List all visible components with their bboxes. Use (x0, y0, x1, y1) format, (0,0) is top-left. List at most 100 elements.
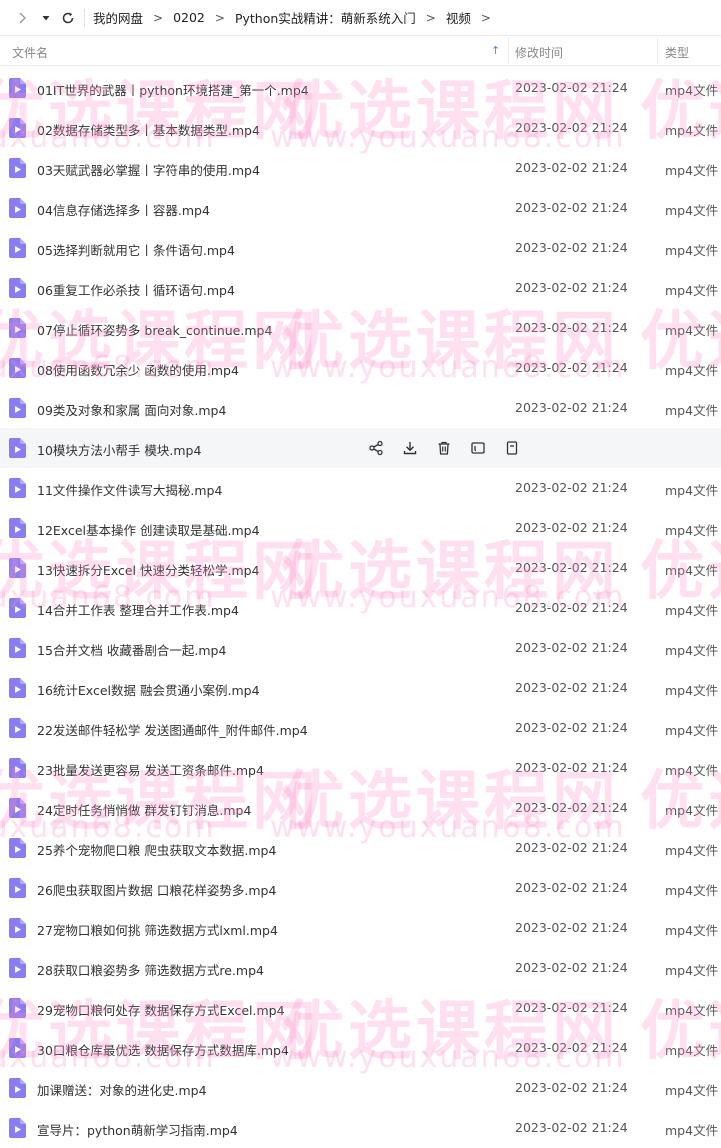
video-file-icon (9, 1078, 26, 1098)
file-name[interactable]: 06重复工作必杀技丨循环语句.mp4 (37, 280, 235, 299)
file-modified: 2023-02-02 21:24 (515, 880, 628, 895)
file-name[interactable]: 25养个宠物爬口粮 爬虫获取文本数据.mp4 (37, 840, 276, 859)
column-header-name[interactable]: 文件名 (12, 44, 48, 61)
file-name[interactable]: 10模块方法小帮手 模块.mp4 (37, 440, 201, 459)
file-type: mp4文件 (665, 1083, 719, 1098)
file-name[interactable]: 28获取口粮姿势多 筛选数据方式re.mp4 (37, 960, 264, 979)
file-name[interactable]: 24定时任务悄悄做 群发钉钉消息.mp4 (37, 800, 251, 819)
file-row[interactable]: 06重复工作必杀技丨循环语句.mp4 2023-02-02 21:24 mp4文件 (0, 268, 721, 308)
file-row[interactable]: 09类及对象和家属 面向对象.mp4 2023-02-02 21:24 mp4文件 (0, 388, 721, 428)
more-button[interactable] (503, 439, 521, 457)
file-name[interactable]: 加课赠送：对象的进化史.mp4 (37, 1080, 207, 1099)
file-row[interactable]: 12Excel基本操作 创建读取是基础.mp4 2023-02-02 21:24 m… (0, 508, 721, 548)
file-name[interactable]: 11文件操作文件读写大揭秘.mp4 (37, 480, 222, 499)
file-name[interactable]: 30口粮仓库最优选 数据保存方式数据库.mp4 (37, 1040, 289, 1059)
video-file-icon (9, 438, 26, 458)
file-type: mp4文件 (665, 283, 719, 298)
column-divider[interactable] (508, 38, 509, 64)
file-row[interactable]: 13快速拆分Excel 快速分类轻松学.mp4 2023-02-02 21:24 m… (0, 548, 721, 588)
file-row[interactable]: 27宠物口粮如何挑 筛选数据方式lxml.mp4 2023-02-02 21:24… (0, 908, 721, 948)
file-row[interactable]: 29宠物口粮何处存 数据保存方式Excel.mp4 2023-02-02 21:2… (0, 988, 721, 1028)
file-row[interactable]: 16统计Excel数据 融会贯通小案例.mp4 2023-02-02 21:24 m… (0, 668, 721, 708)
share-icon (368, 440, 384, 456)
file-name[interactable]: 13快速拆分Excel 快速分类轻松学.mp4 (37, 560, 260, 579)
file-row[interactable]: 加课赠送：对象的进化史.mp4 2023-02-02 21:24 mp4文件 (0, 1068, 721, 1108)
file-name[interactable]: 01IT世界的武器丨python环境搭建_第一个.mp4 (37, 80, 309, 99)
file-name[interactable]: 05选择判断就用它丨条件语句.mp4 (37, 240, 235, 259)
file-type: mp4文件 (665, 523, 719, 538)
file-row[interactable]: 07停止循环姿势多 break_continue.mp4 2023-02-02 2… (0, 308, 721, 348)
file-row[interactable]: 24定时任务悄悄做 群发钉钉消息.mp4 2023-02-02 21:24 mp4文… (0, 788, 721, 828)
file-modified: 2023-02-02 21:24 (515, 480, 628, 495)
file-row[interactable]: 宣导片：python萌新学习指南.mp4 2023-02-02 21:24 mp4文… (0, 1108, 721, 1148)
file-name[interactable]: 02数据存储类型多丨基本数据类型.mp4 (37, 120, 260, 139)
file-modified: 2023-02-02 21:24 (515, 1040, 628, 1055)
file-type: mp4文件 (665, 803, 719, 818)
video-file-icon (9, 1038, 26, 1058)
history-dropdown-button[interactable] (36, 8, 56, 28)
share-button[interactable] (367, 439, 385, 457)
breadcrumb-folder[interactable]: Python实战精讲：萌新系统入门 (235, 8, 416, 27)
file-modified: 2023-02-02 21:24 (515, 960, 628, 975)
file-row[interactable]: 03天赋武器必掌握丨字符串的使用.mp4 2023-02-02 21:24 mp4文… (0, 148, 721, 188)
file-modified: 2023-02-02 21:24 (515, 920, 628, 935)
file-row[interactable]: 04信息存储选择多丨容器.mp4 2023-02-02 21:24 mp4文件 (0, 188, 721, 228)
file-row[interactable]: 26爬虫获取图片数据 口粮花样姿势多.mp4 2023-02-02 21:24 mp… (0, 868, 721, 908)
file-row[interactable]: 02数据存储类型多丨基本数据类型.mp4 2023-02-02 21:24 mp4文… (0, 108, 721, 148)
file-modified: 2023-02-02 21:24 (515, 640, 628, 655)
file-type: mp4文件 (665, 323, 719, 338)
file-row[interactable]: 05选择判断就用它丨条件语句.mp4 2023-02-02 21:24 mp4文件 (0, 228, 721, 268)
forward-button[interactable] (12, 8, 32, 28)
file-modified: 2023-02-02 21:24 (515, 1120, 628, 1135)
file-name[interactable]: 15合并文档 收藏番剧合一起.mp4 (37, 640, 226, 659)
file-type: mp4文件 (665, 563, 719, 578)
file-row[interactable]: 23批量发送更容易 发送工资条邮件.mp4 2023-02-02 21:24 mp4… (0, 748, 721, 788)
video-file-icon (9, 118, 26, 138)
file-name[interactable]: 26爬虫获取图片数据 口粮花样姿势多.mp4 (37, 880, 276, 899)
breadcrumb-separator: > (153, 10, 164, 25)
file-row[interactable]: 08使用函数冗余少 函数的使用.mp4 2023-02-02 21:24 mp4文件 (0, 348, 721, 388)
file-row[interactable]: 25养个宠物爬口粮 爬虫获取文本数据.mp4 2023-02-02 21:24 mp… (0, 828, 721, 868)
delete-button[interactable] (435, 439, 453, 457)
refresh-button[interactable] (58, 8, 78, 28)
video-file-icon (9, 478, 26, 498)
column-header-modified[interactable]: 修改时间 (515, 44, 563, 61)
file-name[interactable]: 27宠物口粮如何挑 筛选数据方式lxml.mp4 (37, 920, 278, 939)
file-row[interactable]: 30口粮仓库最优选 数据保存方式数据库.mp4 2023-02-02 21:24 m… (0, 1028, 721, 1068)
file-row[interactable]: 22发送邮件轻松学 发送图通邮件_附件邮件.mp4 2023-02-02 21:2… (0, 708, 721, 748)
file-row[interactable]: 01IT世界的武器丨python环境搭建_第一个.mp4 2023-02-02 2… (0, 68, 721, 108)
video-file-icon (9, 838, 26, 858)
file-name[interactable]: 29宠物口粮何处存 数据保存方式Excel.mp4 (37, 1000, 285, 1019)
rename-button[interactable] (469, 439, 487, 457)
file-name[interactable]: 08使用函数冗余少 函数的使用.mp4 (37, 360, 239, 379)
column-divider[interactable] (657, 38, 658, 64)
file-name[interactable]: 14合并工作表 整理合并工作表.mp4 (37, 600, 239, 619)
breadcrumb-root[interactable]: 我的网盘 (93, 8, 143, 27)
breadcrumb-current[interactable]: 视频 (446, 8, 471, 27)
video-file-icon (9, 278, 26, 298)
file-name[interactable]: 16统计Excel数据 融会贯通小案例.mp4 (37, 680, 260, 699)
file-modified: 2023-02-02 21:24 (515, 320, 628, 335)
breadcrumb-folder[interactable]: 0202 (173, 10, 205, 25)
video-file-icon (9, 678, 26, 698)
column-header-type[interactable]: 类型 (665, 44, 689, 61)
file-name[interactable]: 07停止循环姿势多 break_continue.mp4 (37, 320, 272, 339)
file-name[interactable]: 22发送邮件轻松学 发送图通邮件_附件邮件.mp4 (37, 720, 308, 739)
file-row[interactable]: 14合并工作表 整理合并工作表.mp4 2023-02-02 21:24 mp4文件 (0, 588, 721, 628)
breadcrumb-bar: 我的网盘 > 0202 > Python实战精讲：萌新系统入门 > 视频 > (0, 0, 721, 36)
file-row[interactable]: 10模块方法小帮手 模块.mp4 (0, 428, 721, 468)
file-name[interactable]: 03天赋武器必掌握丨字符串的使用.mp4 (37, 160, 260, 179)
file-row[interactable]: 15合并文档 收藏番剧合一起.mp4 2023-02-02 21:24 mp4文件 (0, 628, 721, 668)
file-name[interactable]: 23批量发送更容易 发送工资条邮件.mp4 (37, 760, 264, 779)
sort-ascending-icon[interactable]: ↑ (491, 44, 500, 57)
video-file-icon (9, 1118, 26, 1138)
file-name[interactable]: 09类及对象和家属 面向对象.mp4 (37, 400, 226, 419)
file-type: mp4文件 (665, 403, 719, 418)
file-name[interactable]: 04信息存储选择多丨容器.mp4 (37, 200, 210, 219)
file-name[interactable]: 12Excel基本操作 创建读取是基础.mp4 (37, 520, 260, 539)
file-type: mp4文件 (665, 843, 719, 858)
file-name[interactable]: 宣导片：python萌新学习指南.mp4 (37, 1120, 238, 1139)
file-row[interactable]: 11文件操作文件读写大揭秘.mp4 2023-02-02 21:24 mp4文件 (0, 468, 721, 508)
download-button[interactable] (401, 439, 419, 457)
file-row[interactable]: 28获取口粮姿势多 筛选数据方式re.mp4 2023-02-02 21:24 mp… (0, 948, 721, 988)
